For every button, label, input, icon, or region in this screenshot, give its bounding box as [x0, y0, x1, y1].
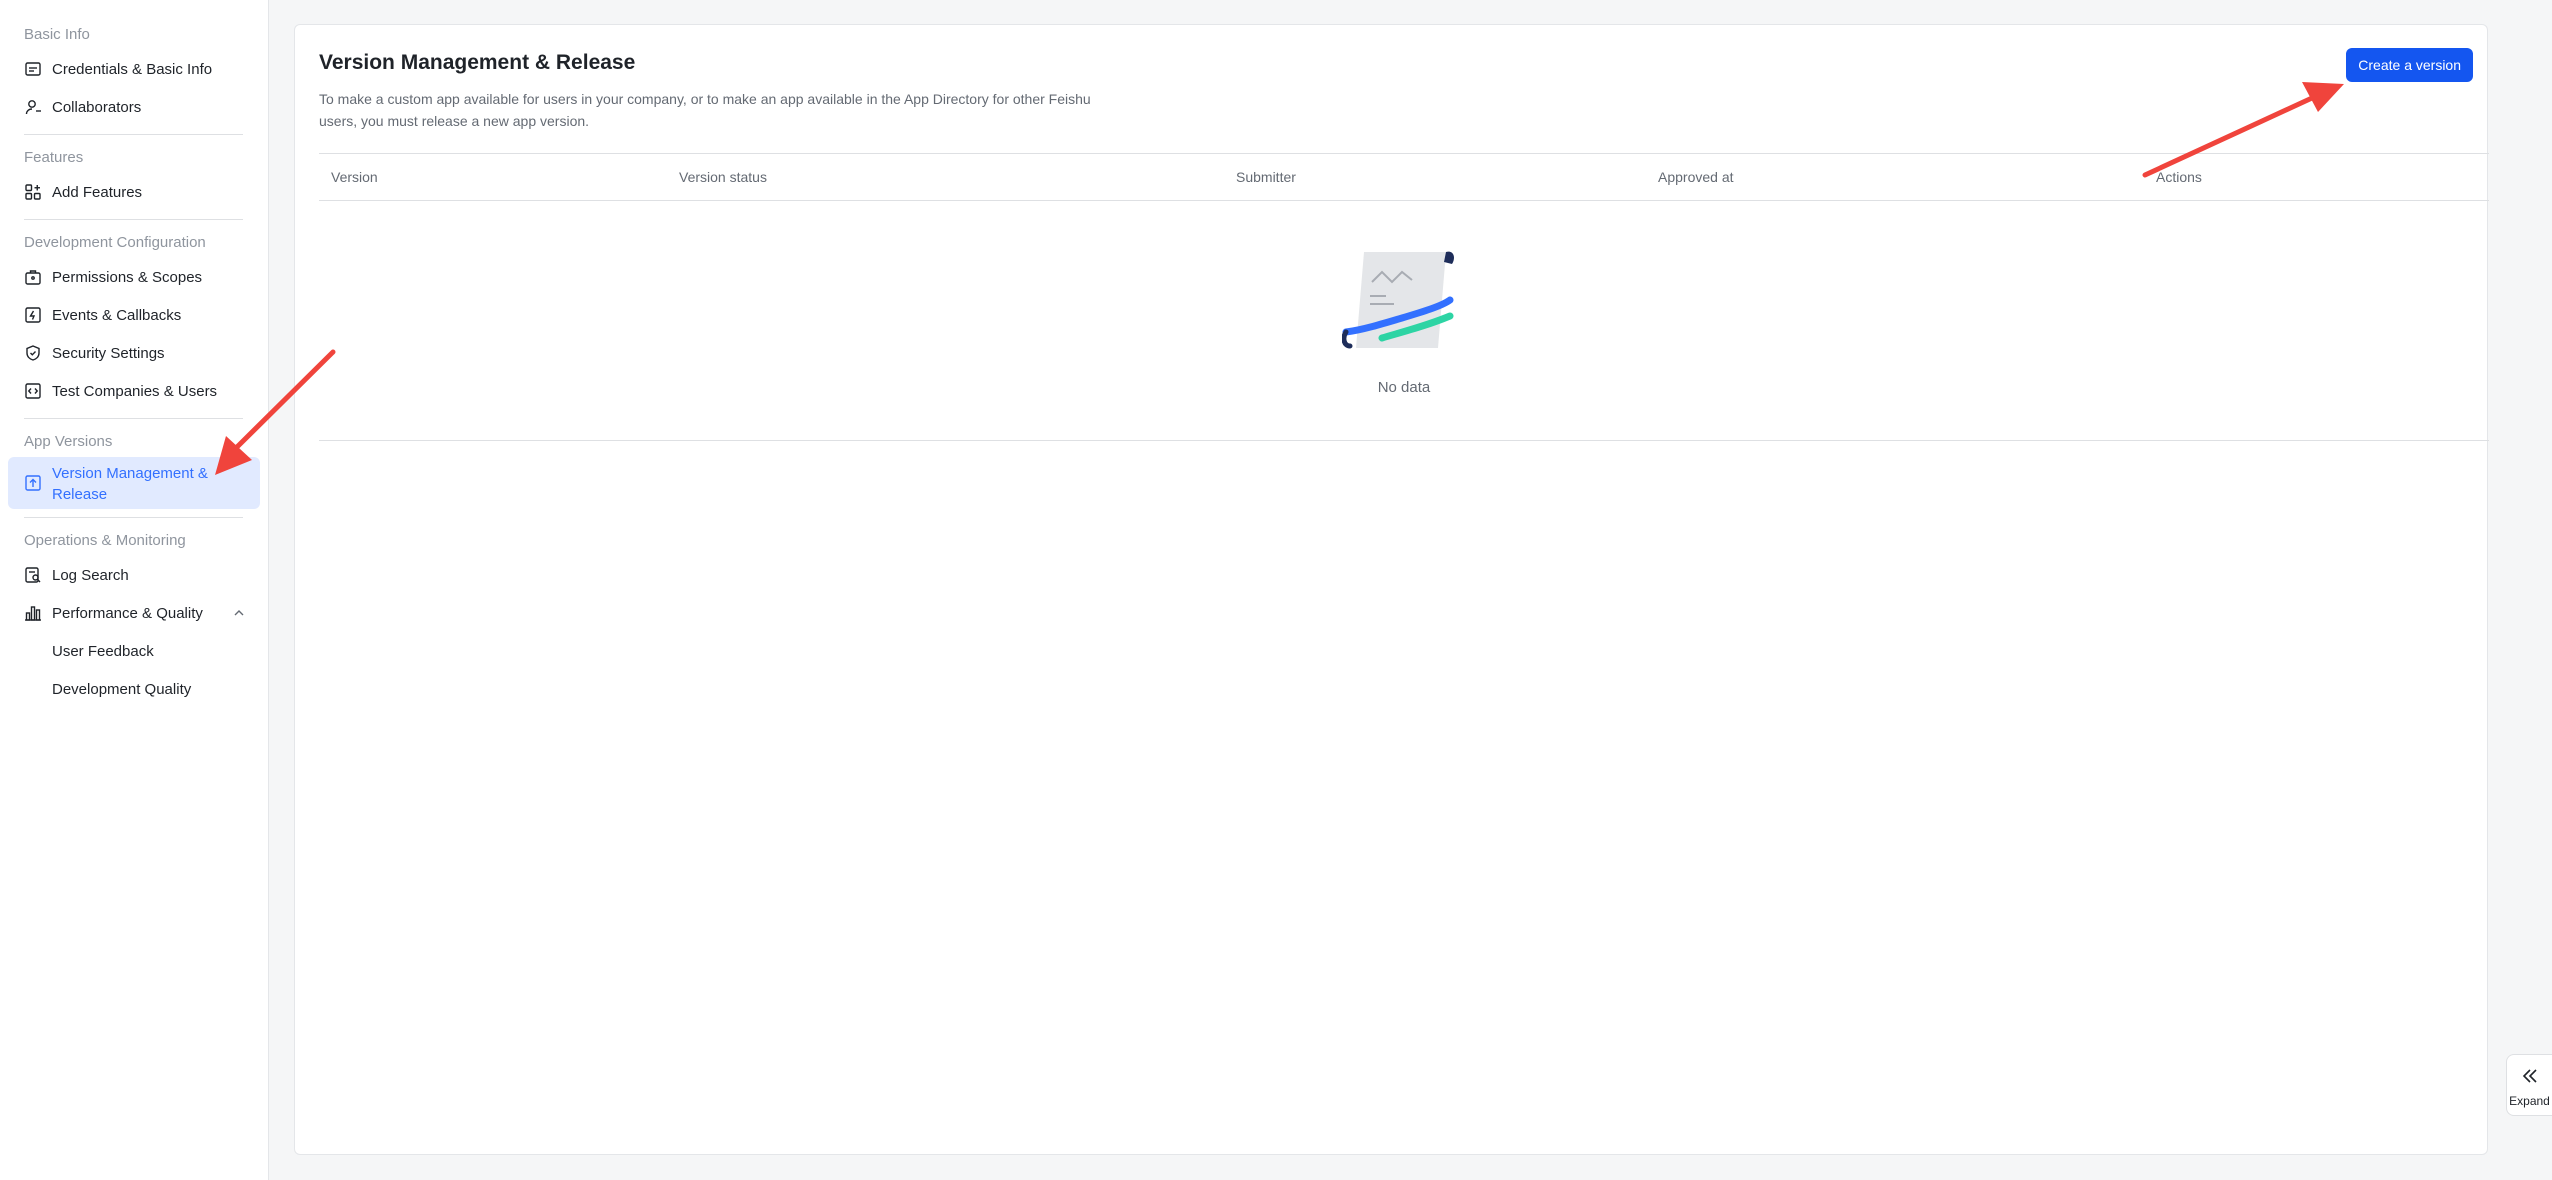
empty-document-illustration [1342, 251, 1454, 349]
sidebar-item-security[interactable]: Security Settings [8, 334, 260, 372]
column-header-submitter: Submitter [1236, 169, 1296, 185]
sidebar-item-label: Security Settings [52, 344, 165, 362]
table-header: Version Version status Submitter Approve… [319, 153, 2489, 201]
event-icon [24, 306, 42, 324]
code-box-icon [24, 382, 42, 400]
sidebar-item-label: Performance & Quality [52, 604, 203, 622]
column-header-actions: Actions [2156, 169, 2202, 185]
sidebar-item-label: Add Features [52, 183, 143, 201]
sidebar-item-performance[interactable]: Performance & Quality [8, 594, 260, 632]
sidebar-item-test-companies[interactable]: Test Companies & Users [8, 372, 260, 410]
group-title-basic-info: Basic Info [24, 26, 90, 43]
group-title-app-versions: App Versions [24, 433, 113, 450]
sidebar-item-user-feedback[interactable]: User Feedback [8, 632, 260, 670]
divider [24, 219, 243, 220]
double-chevron-left-icon [2522, 1069, 2537, 1083]
sidebar-item-label: Collaborators [52, 98, 142, 116]
sidebar-item-label: Events & Callbacks [52, 306, 182, 324]
sidebar-item-label: Credentials & Basic Info [52, 60, 213, 78]
group-title-development-configuration: Development Configuration [24, 234, 206, 251]
group-title-features: Features [24, 149, 84, 166]
sidebar-item-credentials[interactable]: Credentials & Basic Info [8, 50, 260, 88]
apps-add-icon [24, 183, 42, 201]
app-root: Basic Info Credentials & Basic Info Coll… [0, 0, 2552, 1180]
shield-icon [24, 344, 42, 362]
create-version-button[interactable]: Create a version [2346, 48, 2473, 82]
briefcase-icon [24, 268, 42, 286]
column-header-version-status: Version status [679, 169, 767, 185]
sidebar-item-collaborators[interactable]: Collaborators [8, 88, 260, 126]
column-header-approved-at: Approved at [1658, 169, 1734, 185]
sidebar-item-label: Log Search [52, 566, 129, 584]
sidebar-item-events[interactable]: Events & Callbacks [8, 296, 260, 334]
column-header-version: Version [331, 169, 378, 185]
sidebar-item-label: Development Quality [52, 680, 192, 698]
id-card-icon [24, 60, 42, 78]
expand-button[interactable]: Expand [2506, 1054, 2552, 1116]
main-panel: Version Management & Release To make a c… [294, 24, 2489, 1155]
page-title: Version Management & Release [319, 51, 636, 74]
log-search-icon [24, 566, 42, 584]
divider [24, 418, 243, 419]
expand-label: Expand [2509, 1094, 2550, 1108]
bar-chart-icon [24, 604, 42, 622]
sidebar-item-add-features[interactable]: Add Features [8, 173, 260, 211]
versions-table: Version Version status Submitter Approve… [319, 153, 2489, 441]
chevron-up-icon[interactable] [232, 606, 246, 620]
sidebar-item-permissions[interactable]: Permissions & Scopes [8, 258, 260, 296]
divider [24, 517, 243, 518]
empty-state: No data [319, 201, 2489, 441]
page-description: To make a custom app available for users… [319, 91, 1091, 129]
group-title-operations: Operations & Monitoring [24, 532, 186, 549]
sidebar-item-label: Version Management & Release [52, 465, 208, 503]
user-add-icon [24, 98, 42, 116]
sidebar-item-label: Test Companies & Users [52, 382, 218, 400]
sidebar: Basic Info Credentials & Basic Info Coll… [0, 0, 269, 1180]
sidebar-item-label: User Feedback [52, 642, 154, 660]
sidebar-item-version-management[interactable]: Version Management & Release [8, 457, 260, 509]
empty-text: No data [1377, 379, 1431, 396]
divider [24, 134, 243, 135]
sidebar-item-development-quality[interactable]: Development Quality [8, 670, 260, 708]
sidebar-item-label: Permissions & Scopes [52, 268, 203, 286]
upload-box-icon [24, 474, 42, 492]
sidebar-item-log-search[interactable]: Log Search [8, 556, 260, 594]
